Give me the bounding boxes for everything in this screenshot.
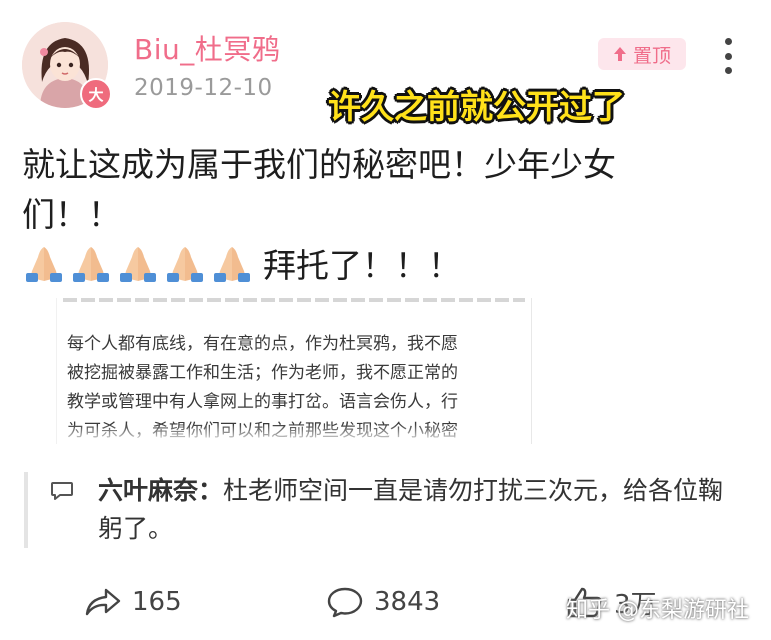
comment-count: 3843 bbox=[374, 587, 441, 617]
comment-author[interactable]: 六叶麻奈： bbox=[98, 476, 223, 505]
pin-button[interactable]: 置顶 bbox=[598, 38, 686, 70]
screenshot-line: 被挖掘被暴露工作和生活；作为老师，我不愿正常的 bbox=[67, 363, 458, 383]
comment-preview[interactable]: 六叶麻奈：杜老师空间一直是请勿打扰三次元，给各位鞠躬了。 bbox=[98, 472, 748, 548]
username[interactable]: Biu_杜冥鸦 bbox=[134, 28, 280, 68]
post-body-line: 们！！ bbox=[22, 195, 121, 234]
comment-bubble-icon bbox=[51, 482, 73, 500]
post-body-line: 就让这成为属于我们的秘密吧！少年少女 bbox=[22, 145, 616, 184]
comment-button[interactable]: 3843 bbox=[326, 584, 440, 620]
folded-hands-icon bbox=[120, 247, 156, 282]
share-button[interactable]: 165 bbox=[84, 584, 182, 620]
arrow-up-icon bbox=[613, 47, 626, 61]
share-count: 165 bbox=[132, 587, 182, 617]
folded-hands-icon bbox=[73, 247, 109, 282]
folded-hands-icon bbox=[167, 247, 203, 282]
share-icon bbox=[85, 588, 121, 616]
watermark: 知乎 @东梨游研社 bbox=[566, 598, 749, 623]
comment-icon bbox=[327, 587, 363, 618]
fade-overlay bbox=[57, 424, 531, 444]
overlay-caption: 许久之前就公开过了 bbox=[328, 87, 625, 126]
folded-hands-icon bbox=[214, 247, 250, 282]
emoji-text: 拜托了！！！ bbox=[263, 246, 461, 285]
folded-hands-icon bbox=[26, 247, 62, 282]
more-options-icon[interactable] bbox=[718, 38, 738, 74]
pin-label: 置顶 bbox=[632, 44, 671, 67]
comment-quote-bar bbox=[24, 472, 28, 548]
avatar-badge: 大 bbox=[80, 78, 112, 110]
post-date: 2019-12-10 bbox=[134, 75, 273, 101]
emoji-row: 拜托了！！！ bbox=[22, 240, 461, 286]
embedded-screenshot[interactable]: 每个人都有底线，有在意的点，作为杜冥鸦，我不愿 被挖掘被暴露工作和生活；作为老师… bbox=[56, 298, 532, 444]
screenshot-line: 教学或管理中有人拿网上的事打岔。语言会伤人，行 bbox=[67, 392, 458, 412]
cropped-text-line bbox=[63, 298, 525, 302]
post-body: 就让这成为属于我们的秘密吧！少年少女 们！！ bbox=[22, 140, 722, 240]
screenshot-line: 每个人都有底线，有在意的点，作为杜冥鸦，我不愿 bbox=[67, 334, 458, 354]
